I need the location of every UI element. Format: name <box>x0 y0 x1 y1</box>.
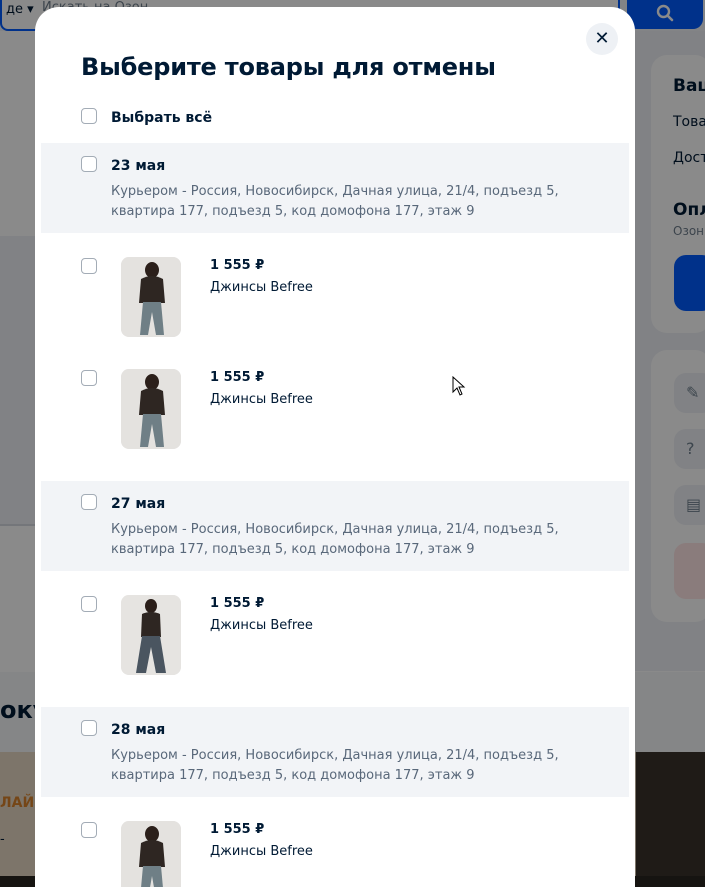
item-price: 1 555 ₽ <box>210 596 265 611</box>
group-checkbox[interactable] <box>81 156 97 172</box>
product-image <box>121 821 181 887</box>
delivery-group-header: 27 мая Курьером - Россия, Новосибирск, Д… <box>41 481 629 571</box>
select-all-checkbox[interactable] <box>81 108 97 124</box>
item-checkbox[interactable] <box>81 258 97 274</box>
item-price: 1 555 ₽ <box>210 370 265 385</box>
item-checkbox[interactable] <box>81 596 97 612</box>
group-checkbox[interactable] <box>81 494 97 510</box>
delivery-date: 28 мая <box>111 722 166 738</box>
item-price: 1 555 ₽ <box>210 258 265 273</box>
delivery-date: 23 мая <box>111 158 166 174</box>
delivery-date: 27 мая <box>111 496 166 512</box>
cancel-items-modal: ✕ Выберите товары для отмены Выбрать всё… <box>35 7 635 887</box>
item-name[interactable]: Джинсы Befree <box>210 280 313 295</box>
delivery-address: Курьером - Россия, Новосибирск, Дачная у… <box>111 748 559 783</box>
jeans-photo-icon <box>121 369 181 449</box>
item-name[interactable]: Джинсы Befree <box>210 392 313 407</box>
jeans-photo-icon <box>121 257 181 337</box>
delivery-group-header: 28 мая Курьером - Россия, Новосибирск, Д… <box>41 707 629 797</box>
delivery-address: Курьером - Россия, Новосибирск, Дачная у… <box>111 522 559 557</box>
close-icon: ✕ <box>594 28 610 49</box>
jeans-photo-icon <box>121 595 181 675</box>
select-all-label[interactable]: Выбрать всё <box>111 110 212 126</box>
item-checkbox[interactable] <box>81 822 97 838</box>
product-image <box>121 595 181 675</box>
item-checkbox[interactable] <box>81 370 97 386</box>
item-price: 1 555 ₽ <box>210 822 265 837</box>
delivery-group-header: 23 мая Курьером - Россия, Новосибирск, Д… <box>41 143 629 233</box>
group-checkbox[interactable] <box>81 720 97 736</box>
product-image <box>121 369 181 449</box>
modal-title: Выберите товары для отмены <box>81 53 496 81</box>
delivery-address: Курьером - Россия, Новосибирск, Дачная у… <box>111 184 559 219</box>
product-image <box>121 257 181 337</box>
item-name[interactable]: Джинсы Befree <box>210 844 313 859</box>
mouse-cursor-icon <box>452 376 466 396</box>
jeans-photo-icon <box>121 821 181 887</box>
item-name[interactable]: Джинсы Befree <box>210 618 313 633</box>
close-button[interactable]: ✕ <box>586 23 618 55</box>
